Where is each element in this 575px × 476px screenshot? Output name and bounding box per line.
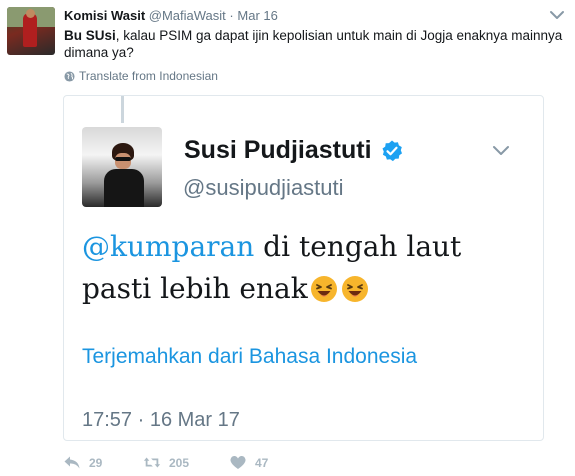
author-name[interactable]: Komisi Wasit [64, 8, 145, 23]
retweet-button[interactable]: 205 [143, 455, 189, 470]
quoted-author-handle[interactable]: @susipudjiastuti [183, 175, 344, 201]
caret-down-icon[interactable] [548, 8, 566, 22]
reply-icon [64, 456, 80, 469]
thread-line [121, 96, 124, 123]
laughing-emoji-icon [310, 276, 337, 302]
caret-down-icon[interactable] [492, 145, 510, 157]
author-avatar[interactable] [7, 7, 55, 55]
header-separator: · [229, 8, 234, 23]
quoted-mention-link[interactable]: @kumparan [82, 230, 254, 263]
quoted-author-name-row[interactable]: Susi Pudjiastuti [184, 136, 404, 165]
like-count: 47 [255, 455, 269, 470]
quoted-timestamp[interactable]: 17:57 · 16 Mar 17 [82, 409, 240, 432]
translate-link[interactable]: Translate from Indonesian [64, 69, 218, 83]
tweet-text: Bu SUsi, kalau PSIM ga dapat ijin kepoli… [64, 27, 564, 61]
heart-icon [230, 455, 246, 469]
quoted-author-avatar[interactable] [82, 127, 162, 207]
tweet-header: Komisi Wasit @MafiaWasit · Mar 16 [64, 8, 278, 23]
quoted-author-name: Susi Pudjiastuti [184, 136, 372, 164]
tweet-text-body: , kalau PSIM ga dapat ijin kepolisian un… [64, 28, 563, 60]
quoted-tweet-card[interactable]: Susi Pudjiastuti @susipudjiastuti @kumpa… [63, 95, 544, 441]
retweet-icon [143, 457, 161, 468]
verified-badge-icon [382, 140, 402, 161]
quoted-translate-link[interactable]: Terjemahkan dari Bahasa Indonesia [82, 345, 417, 369]
author-handle[interactable]: @MafiaWasit [149, 8, 226, 23]
reply-count: 29 [89, 455, 103, 470]
retweet-count: 205 [169, 455, 190, 470]
tweet: Komisi Wasit @MafiaWasit · Mar 16 Bu SUs… [0, 0, 575, 476]
like-button[interactable]: 47 [229, 455, 268, 470]
laughing-emoji-icon [341, 276, 368, 302]
globe-icon [64, 70, 75, 82]
translate-label: Translate from Indonesian [79, 69, 218, 83]
quoted-tweet-text: @kumparan di tengah laut pasti lebih ena… [82, 226, 522, 310]
reply-button[interactable]: 29 [63, 455, 102, 470]
tweet-date[interactable]: Mar 16 [237, 8, 277, 23]
tweet-text-bold: Bu SUsi [64, 28, 116, 43]
